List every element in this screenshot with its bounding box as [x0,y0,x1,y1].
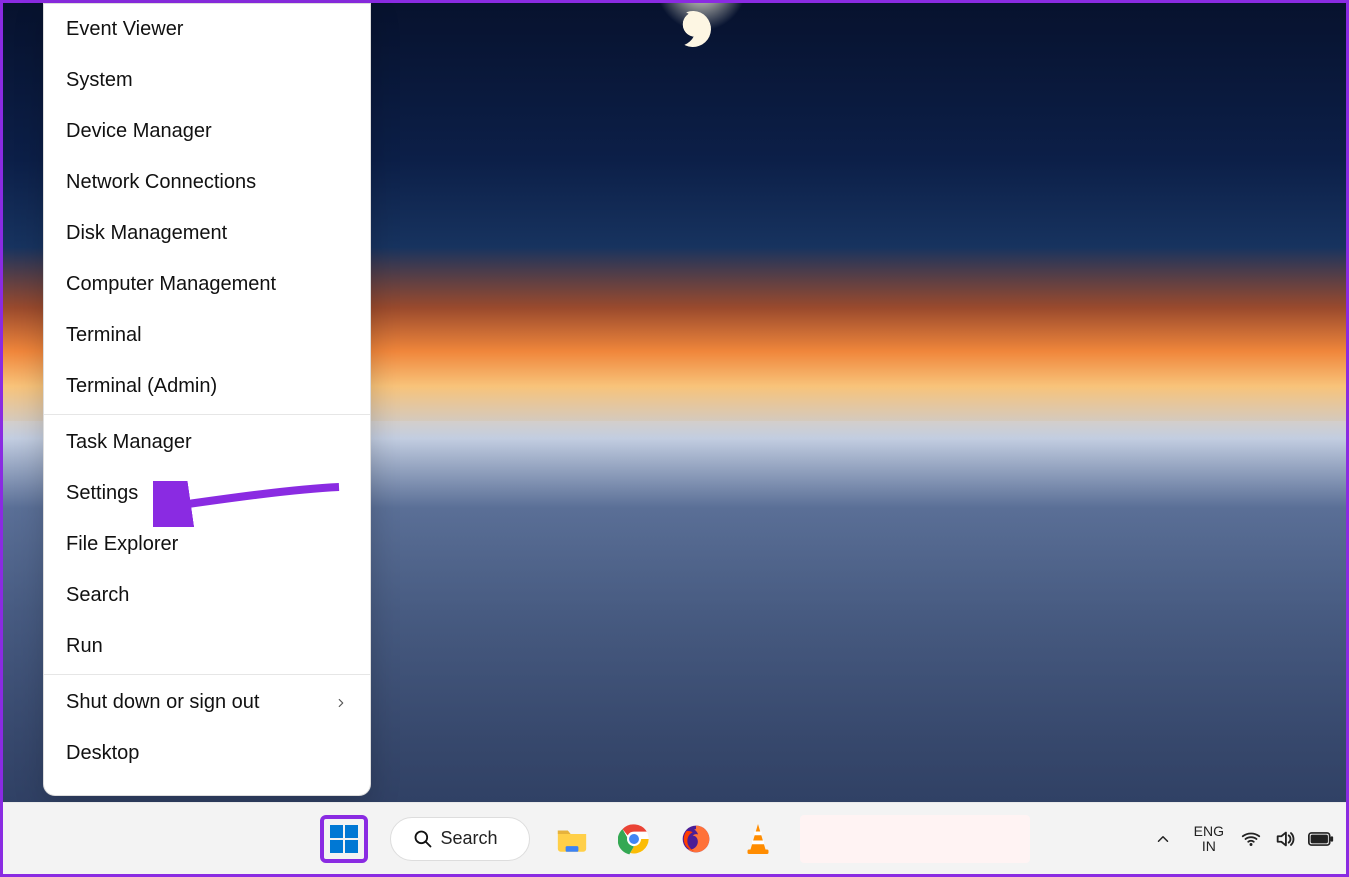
start-button[interactable] [320,815,368,863]
ctx-item-shut-down-or-sign-out[interactable]: Shut down or sign out [44,677,370,728]
ctx-item-label: Network Connections [66,171,256,194]
ctx-separator [44,674,370,675]
ctx-item-disk-management[interactable]: Disk Management [44,208,370,259]
ctx-item-label: Run [66,635,103,658]
vlc-cone-icon [743,822,773,856]
ctx-item-device-manager[interactable]: Device Manager [44,106,370,157]
ctx-item-terminal[interactable]: Terminal [44,310,370,361]
tray-overflow-button[interactable] [1148,824,1178,854]
ctx-item-event-viewer[interactable]: Event Viewer [44,4,370,55]
ctx-item-desktop[interactable]: Desktop [44,728,370,779]
ctx-item-label: Desktop [66,742,139,765]
chevron-right-icon [334,696,348,710]
winx-context-menu: Event Viewer System Device Manager Network … [43,3,371,796]
taskbar-redacted-region [800,815,1030,863]
moon-icon [669,6,715,52]
ctx-item-label: Terminal [66,324,142,347]
system-tray: ENG IN [1148,803,1334,874]
ctx-item-label: Event Viewer [66,18,183,41]
taskbar-center-group: Search [320,815,1030,863]
ctx-item-label: Device Manager [66,120,212,143]
tray-quick-settings[interactable] [1240,828,1334,850]
ctx-item-label: Shut down or sign out [66,691,259,714]
ctx-item-run[interactable]: Run [44,621,370,672]
ctx-item-label: Search [66,584,129,607]
ctx-item-label: Terminal (Admin) [66,375,217,398]
search-icon [413,829,433,849]
language-region: IN [1194,839,1224,854]
ctx-item-label: Computer Management [66,273,276,296]
chrome-icon [618,823,650,855]
ctx-item-label: Disk Management [66,222,227,245]
folder-icon [555,822,589,856]
taskbar-search[interactable]: Search [390,817,530,861]
firefox-icon [680,823,712,855]
ctx-item-terminal-admin[interactable]: Terminal (Admin) [44,361,370,412]
volume-icon [1274,828,1296,850]
ctx-item-file-explorer[interactable]: File Explorer [44,519,370,570]
vlc-taskbar-button[interactable] [738,819,778,859]
language-code: ENG [1194,824,1224,839]
file-explorer-taskbar-button[interactable] [552,819,592,859]
ctx-item-computer-management[interactable]: Computer Management [44,259,370,310]
ctx-item-search[interactable]: Search [44,570,370,621]
ctx-item-label: File Explorer [66,533,178,556]
taskbar-search-label: Search [441,828,498,849]
ctx-item-settings[interactable]: Settings [44,468,370,519]
ctx-separator [44,414,370,415]
windows-logo-icon [330,825,358,853]
ctx-item-network-connections[interactable]: Network Connections [44,157,370,208]
chevron-up-icon [1154,830,1172,848]
ctx-item-label: System [66,69,133,92]
chrome-taskbar-button[interactable] [614,819,654,859]
ctx-item-task-manager[interactable]: Task Manager [44,417,370,468]
language-indicator[interactable]: ENG IN [1194,824,1224,853]
firefox-taskbar-button[interactable] [676,819,716,859]
battery-icon [1308,830,1334,848]
ctx-item-label: Task Manager [66,431,192,454]
ctx-item-label: Settings [66,482,138,505]
ctx-item-system[interactable]: System [44,55,370,106]
taskbar: Search [3,802,1346,874]
wifi-icon [1240,828,1262,850]
